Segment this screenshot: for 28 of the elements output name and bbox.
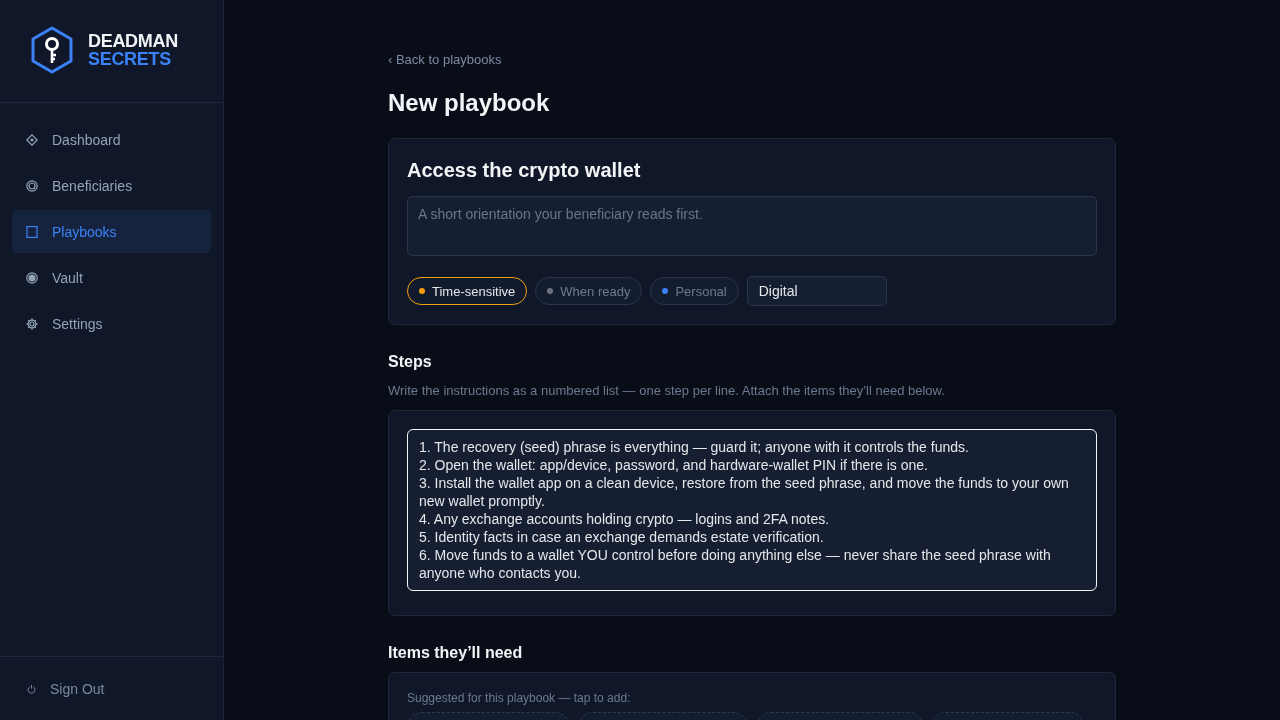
book-outline-icon (26, 225, 38, 238)
items-heading: Items they’ll need (388, 643, 523, 663)
nav-item[interactable]: Settings (12, 302, 211, 345)
diamond-icon (26, 133, 38, 146)
ring-dot-icon (26, 271, 38, 284)
page-title: New playbook (388, 88, 550, 118)
settings-icon (26, 317, 38, 330)
summary-field[interactable]: A short orientation your beneficiary reads first. (407, 196, 1097, 256)
urgency-chip[interactable]: When ready (535, 277, 643, 305)
sign-out-link[interactable]: Sign Out (27, 680, 105, 697)
playbook-name: Access the crypto wallet (407, 158, 642, 183)
steps-heading: Steps (388, 352, 432, 372)
power-icon (27, 683, 36, 694)
urgency-chip[interactable]: Time-sensitive (407, 277, 528, 305)
steps-field[interactable]: 1. The recovery (seed) phrase is everything — guard it; anyone with it controls the funds. 2. Open the wallet: app/device, password, and hardware-wallet PIN if there is one. 3. Install the wallet app on a clean device, restore from the seed phrase, and move the funds to your own new wallet promptly. 4. Any exchange accounts holding crypto — logins and 2FA notes. 5. Identity facts in case an exchange demands estate verification. 6. Move funds to a wallet YOU control before doing anything else — never share the seed phrase with anyone who contacts you. (407, 429, 1097, 591)
nav-item[interactable]: Dashboard (12, 118, 211, 161)
hexagon-key-logo-icon (30, 26, 74, 74)
nav-item[interactable]: Beneficiaries (12, 164, 211, 207)
nav-item[interactable]: Vault (12, 256, 211, 299)
nav-item[interactable]: Playbooks (12, 210, 211, 253)
suggestions-hint: Suggested for this playbook — tap to add: (407, 691, 632, 706)
urgency-chip[interactable]: Personal (650, 277, 739, 305)
logo-wordmark-top: DEADMAN (88, 32, 178, 50)
logo-wordmark-bottom: SECRETS (88, 50, 172, 68)
back-link[interactable]: ‹ Back to playbooks (388, 52, 502, 68)
steps-hint: Write the instructions as a numbered list — one step per line. Attach the items they’ll need below. (388, 383, 945, 399)
double-ring-icon (26, 179, 38, 192)
category-field[interactable]: Digital (746, 276, 887, 306)
